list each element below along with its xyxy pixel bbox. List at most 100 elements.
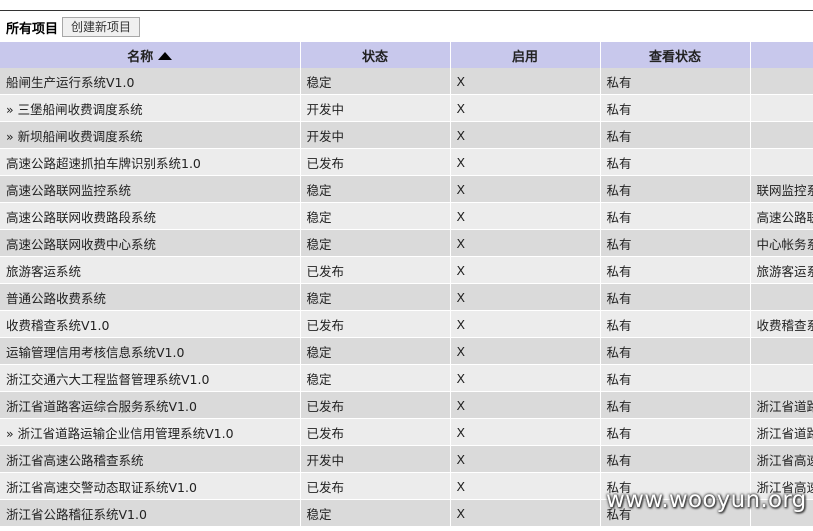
enabled-cell: X xyxy=(450,121,601,149)
visibility-cell: 私有 xyxy=(600,121,751,149)
enabled-cell: X xyxy=(450,229,601,257)
enabled-cell: X xyxy=(450,310,601,338)
project-name-cell[interactable]: 高速公路联网收费路段系统 xyxy=(0,202,301,230)
table-row[interactable]: 浙江交通六大工程监督管理系统V1.0 稳定 X 私有 xyxy=(0,364,813,392)
extra-cell: 中心帐务系 xyxy=(750,229,813,257)
status-cell: 稳定 xyxy=(300,68,451,95)
status-cell: 已发布 xyxy=(300,418,451,446)
visibility-cell: 私有 xyxy=(600,418,751,446)
visibility-cell: 私有 xyxy=(600,68,751,95)
extra-cell xyxy=(750,121,813,149)
column-header-label: 名称 xyxy=(127,49,154,65)
visibility-cell: 私有 xyxy=(600,364,751,392)
project-name-cell[interactable]: 高速公路联网监控系统 xyxy=(0,175,301,203)
table-row[interactable]: 高速公路联网收费中心系统 稳定 X 私有 中心帐务系 xyxy=(0,229,813,257)
enabled-cell: X xyxy=(450,418,601,446)
enabled-cell: X xyxy=(450,445,601,473)
extra-cell: 浙江省高速 xyxy=(750,445,813,473)
table-row[interactable]: » 新坝船闸收费调度系统 开发中 X 私有 xyxy=(0,121,813,149)
enabled-cell: X xyxy=(450,499,601,527)
extra-cell xyxy=(750,337,813,365)
visibility-cell: 私有 xyxy=(600,202,751,230)
table-row[interactable]: 船闸生产运行系统V1.0 稳定 X 私有 xyxy=(0,68,813,95)
column-header-name[interactable]: 名称 xyxy=(0,42,301,68)
project-name-cell[interactable]: 高速公路联网收费中心系统 xyxy=(0,229,301,257)
top-border xyxy=(0,10,813,11)
enabled-cell: X xyxy=(450,472,601,500)
project-name-cell[interactable]: 收费稽查系统V1.0 xyxy=(0,310,301,338)
project-name-cell[interactable]: » 三堡船闸收费调度系统 xyxy=(0,94,301,122)
table-row[interactable]: 高速公路联网收费路段系统 稳定 X 私有 高速公路联 xyxy=(0,202,813,230)
table-row[interactable]: 普通公路收费系统 稳定 X 私有 xyxy=(0,283,813,311)
column-header-status[interactable]: 状态 xyxy=(300,42,451,68)
extra-cell: 旅游客运系 xyxy=(750,256,813,284)
status-cell: 稳定 xyxy=(300,202,451,230)
enabled-cell: X xyxy=(450,283,601,311)
project-name-cell[interactable]: 浙江省高速公路稽查系统 xyxy=(0,445,301,473)
enabled-cell: X xyxy=(450,148,601,176)
project-name-cell[interactable]: 浙江省道路客运综合服务系统V1.0 xyxy=(0,391,301,419)
enabled-cell: X xyxy=(450,68,601,95)
visibility-cell: 私有 xyxy=(600,310,751,338)
project-name-cell[interactable]: 普通公路收费系统 xyxy=(0,283,301,311)
table-row[interactable]: 旅游客运系统 已发布 X 私有 旅游客运系 xyxy=(0,256,813,284)
visibility-cell: 私有 xyxy=(600,94,751,122)
project-name-cell[interactable]: » 浙江省道路运输企业信用管理系统V1.0 xyxy=(0,418,301,446)
column-header-visibility[interactable]: 查看状态 xyxy=(600,42,751,68)
create-project-button[interactable]: 创建新项目 xyxy=(62,17,141,37)
status-cell: 稳定 xyxy=(300,229,451,257)
table-row[interactable]: 高速公路超速抓拍车牌识别系统1.0 已发布 X 私有 xyxy=(0,148,813,176)
status-cell: 已发布 xyxy=(300,472,451,500)
toolbar: 所有项目 创建新项目 xyxy=(6,16,141,38)
enabled-cell: X xyxy=(450,256,601,284)
table-row[interactable]: 浙江省道路客运综合服务系统V1.0 已发布 X 私有 浙江省道路 xyxy=(0,391,813,419)
sort-ascending-icon[interactable] xyxy=(158,51,173,60)
visibility-cell: 私有 xyxy=(600,337,751,365)
enabled-cell: X xyxy=(450,94,601,122)
project-name-cell[interactable]: » 新坝船闸收费调度系统 xyxy=(0,121,301,149)
visibility-cell: 私有 xyxy=(600,256,751,284)
enabled-cell: X xyxy=(450,364,601,392)
status-cell: 已发布 xyxy=(300,148,451,176)
project-name-cell[interactable]: 船闸生产运行系统V1.0 xyxy=(0,68,301,95)
table-row[interactable]: » 浙江省道路运输企业信用管理系统V1.0 已发布 X 私有 浙江省道路 xyxy=(0,418,813,446)
project-name-cell[interactable]: 浙江交通六大工程监督管理系统V1.0 xyxy=(0,364,301,392)
status-cell: 已发布 xyxy=(300,256,451,284)
project-name-cell[interactable]: 高速公路超速抓拍车牌识别系统1.0 xyxy=(0,148,301,176)
extra-cell xyxy=(750,68,813,95)
table-row[interactable]: 浙江省高速公路稽查系统 开发中 X 私有 浙江省高速 xyxy=(0,445,813,473)
project-name-cell[interactable]: 浙江省公路稽征系统V1.0 xyxy=(0,499,301,527)
project-name-cell[interactable]: 旅游客运系统 xyxy=(0,256,301,284)
project-name-cell[interactable]: 浙江省高速交警动态取证系统V1.0 xyxy=(0,472,301,500)
table-row[interactable]: 收费稽查系统V1.0 已发布 X 私有 收费稽查系 xyxy=(0,310,813,338)
extra-cell: 联网监控系 xyxy=(750,175,813,203)
status-cell: 已发布 xyxy=(300,310,451,338)
extra-cell xyxy=(750,364,813,392)
status-cell: 稳定 xyxy=(300,337,451,365)
table-row[interactable]: » 三堡船闸收费调度系统 开发中 X 私有 xyxy=(0,94,813,122)
extra-cell: 高速公路联 xyxy=(750,202,813,230)
column-header-enabled[interactable]: 启用 xyxy=(450,42,601,68)
enabled-cell: X xyxy=(450,391,601,419)
table-row[interactable]: 运输管理信用考核信息系统V1.0 稳定 X 私有 xyxy=(0,337,813,365)
extra-cell xyxy=(750,94,813,122)
page-title: 所有项目 xyxy=(6,21,59,37)
column-header-extra[interactable] xyxy=(750,42,813,68)
extra-cell xyxy=(750,148,813,176)
table-row[interactable]: 高速公路联网监控系统 稳定 X 私有 联网监控系 xyxy=(0,175,813,203)
extra-cell: 浙江省道路 xyxy=(750,418,813,446)
status-cell: 开发中 xyxy=(300,94,451,122)
projects-table: 名称 状态 启用 查看状态 船闸生产运行系统V1.0 稳定 X 私有» 三堡船闸收费调… xyxy=(0,42,813,527)
visibility-cell: 私有 xyxy=(600,391,751,419)
extra-cell: 收费稽查系 xyxy=(750,310,813,338)
visibility-cell: 私有 xyxy=(600,283,751,311)
status-cell: 开发中 xyxy=(300,445,451,473)
project-name-cell[interactable]: 运输管理信用考核信息系统V1.0 xyxy=(0,337,301,365)
enabled-cell: X xyxy=(450,202,601,230)
status-cell: 稳定 xyxy=(300,175,451,203)
enabled-cell: X xyxy=(450,337,601,365)
extra-cell xyxy=(750,283,813,311)
status-cell: 稳定 xyxy=(300,283,451,311)
extra-cell: 浙江省道路 xyxy=(750,391,813,419)
status-cell: 稳定 xyxy=(300,499,451,527)
